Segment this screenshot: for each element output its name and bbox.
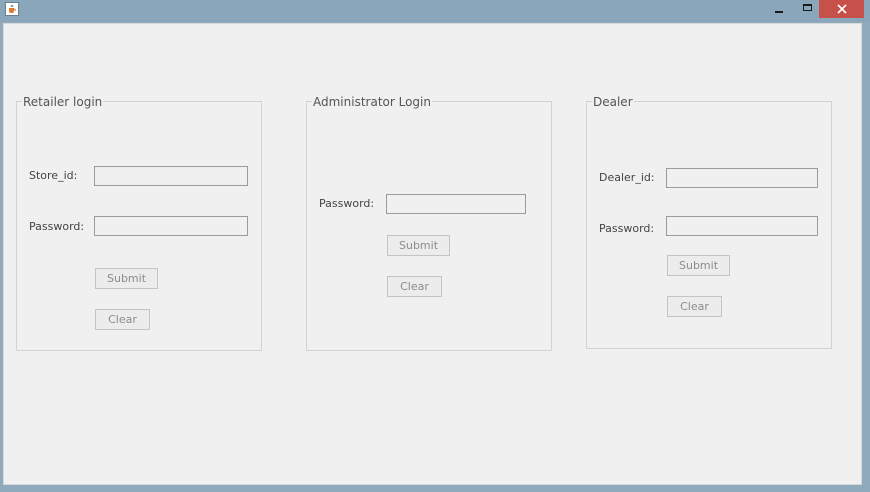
panel-title: Administrator Login (312, 95, 432, 109)
clear-button[interactable]: Clear (387, 276, 442, 297)
submit-button[interactable]: Submit (95, 268, 158, 289)
password-label: Password: (599, 222, 655, 235)
password-field[interactable] (666, 216, 818, 236)
retailer-login-panel: Retailer login Store_id: Password: Submi… (16, 95, 262, 351)
maximize-button[interactable] (796, 0, 818, 18)
java-cup-icon[interactable] (5, 2, 19, 16)
submit-button[interactable]: Submit (667, 255, 730, 276)
password-field[interactable] (386, 194, 526, 214)
store-id-label: Store_id: (29, 169, 78, 182)
dealer-id-field[interactable] (666, 168, 818, 188)
dealer-login-panel: Dealer Dealer_id: Password: Submit Clear (586, 95, 832, 349)
password-field[interactable] (94, 216, 248, 236)
administrator-login-panel: Administrator Login Password: Submit Cle… (306, 95, 552, 351)
maximize-icon (802, 4, 812, 11)
panel-title: Dealer (592, 95, 634, 109)
dealer-id-label: Dealer_id: (599, 171, 655, 184)
content-pane: Retailer login Store_id: Password: Submi… (3, 23, 862, 485)
clear-button[interactable]: Clear (667, 296, 722, 317)
submit-button[interactable]: Submit (387, 235, 450, 256)
password-label: Password: (319, 197, 375, 210)
store-id-field[interactable] (94, 166, 248, 186)
minimize-icon (775, 10, 783, 13)
panel-title: Retailer login (22, 95, 104, 109)
clear-button[interactable]: Clear (95, 309, 150, 330)
title-bar[interactable] (0, 0, 870, 22)
password-label: Password: (29, 220, 85, 233)
close-button[interactable] (819, 0, 864, 18)
close-icon (836, 4, 847, 14)
minimize-button[interactable] (768, 0, 790, 18)
